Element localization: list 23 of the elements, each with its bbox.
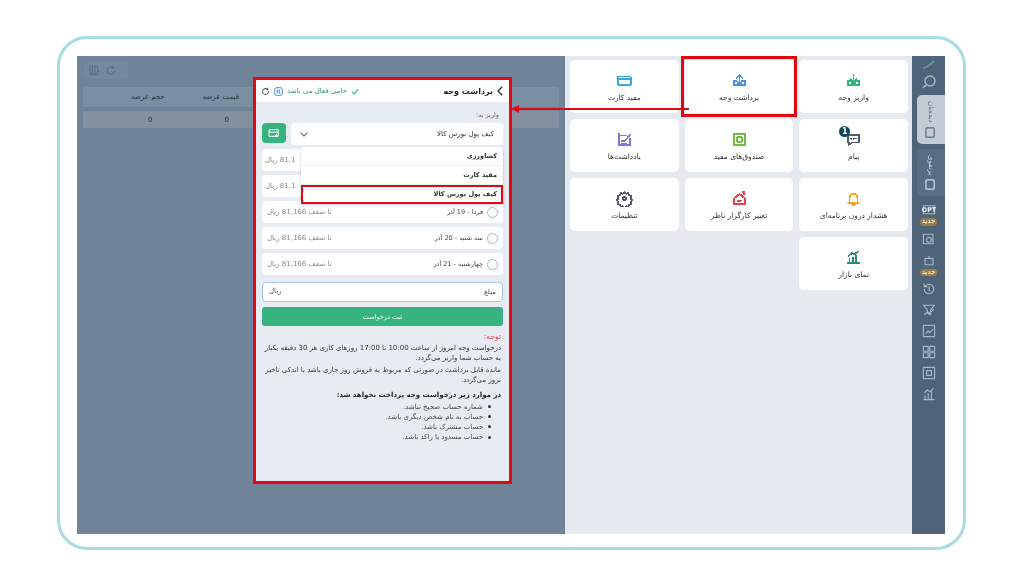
count-badge: 1: [839, 125, 851, 137]
search-icon[interactable]: [920, 74, 937, 90]
caret-icon: [300, 131, 308, 137]
bullet-icon: [488, 405, 491, 409]
chart-icon[interactable]: [920, 323, 937, 340]
box-icon[interactable]: [920, 365, 937, 382]
check-icon: [350, 87, 359, 95]
bullet-icon: [488, 425, 491, 429]
card-plus-icon: [268, 128, 280, 138]
radio-button[interactable]: [487, 258, 498, 270]
tab-icon: [925, 179, 936, 191]
bullet-icon: [488, 415, 491, 419]
tab-icon: [925, 126, 936, 138]
bars-icon[interactable]: [920, 386, 937, 403]
grid-icon[interactable]: [920, 344, 937, 361]
radio-button[interactable]: [487, 206, 498, 218]
logo-icon: [922, 60, 935, 69]
add-card-button[interactable]: [262, 123, 286, 143]
radio-button[interactable]: [487, 232, 498, 244]
refresh-icon[interactable]: [261, 86, 270, 96]
dialog-title: برداشت وجه: [443, 86, 493, 96]
bullet-icon: [488, 435, 491, 439]
back-icon[interactable]: [497, 86, 504, 96]
